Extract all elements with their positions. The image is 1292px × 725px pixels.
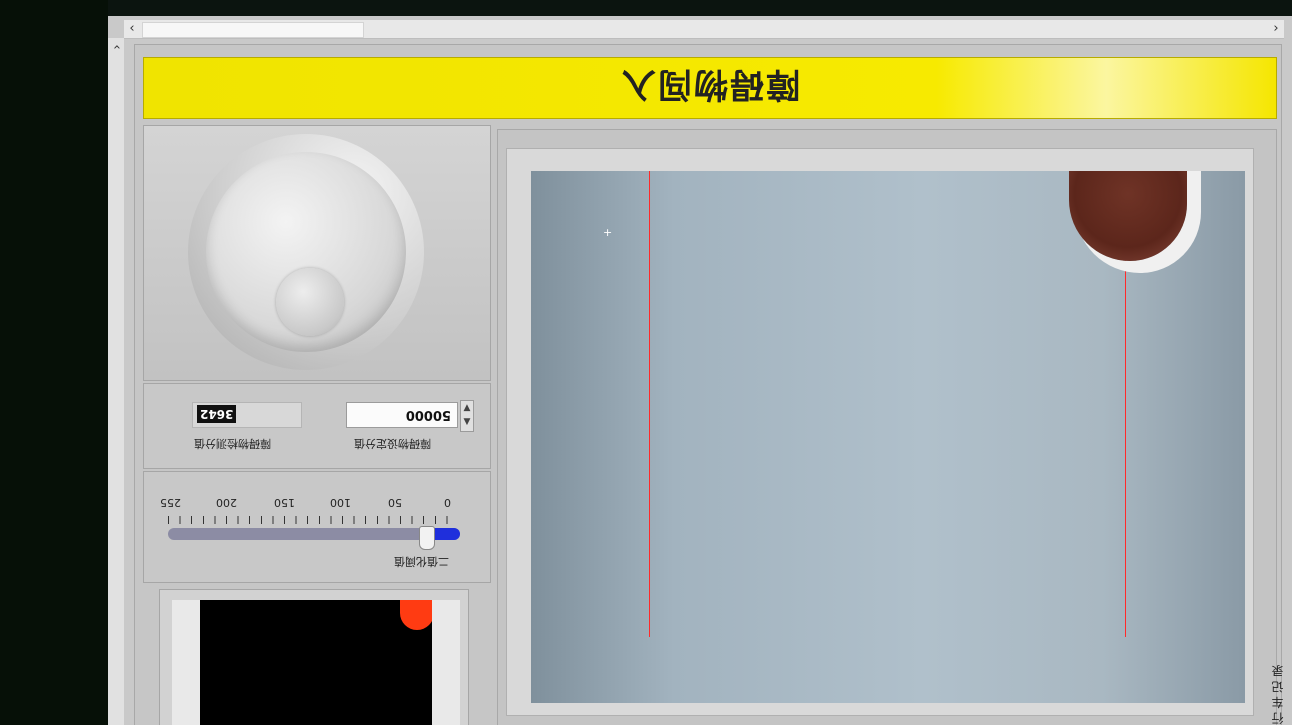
app-window: ‹ › ‹ 障碍物闯入 50000 ▲ ▼ 3642 障碍物设定分值 障碍物检测…: [108, 16, 1292, 725]
knob-indicator: [276, 268, 344, 336]
side-label: 行 车 记 录: [1271, 665, 1285, 725]
slider-ticks: [168, 516, 458, 524]
control-column: 50000 ▲ ▼ 3642 障碍物设定分值 障碍物检测分值 0 50 100 …: [143, 125, 491, 725]
binary-preview-image: [172, 600, 460, 725]
scroll-right-icon[interactable]: ›: [1268, 20, 1284, 38]
camera-view: +: [531, 171, 1245, 703]
tick-label: 50: [388, 496, 402, 509]
page-title: 障碍物闯入: [620, 64, 800, 105]
measured-score-value: 3642: [197, 405, 237, 423]
horizontal-scrollbar[interactable]: ‹ ›: [124, 20, 1284, 39]
setpoint-input[interactable]: 50000: [346, 402, 458, 428]
knob-panel: [143, 125, 491, 381]
stepper-down-icon[interactable]: ▼: [461, 415, 473, 429]
left-guide-line: [649, 171, 650, 637]
camera-column: +: [497, 129, 1277, 725]
tick-label: 200: [216, 496, 237, 509]
measured-score-display: 3642: [192, 402, 302, 428]
title-bar: 障碍物闯入: [143, 57, 1277, 119]
tick-label: 150: [274, 496, 295, 509]
scroll-up-icon[interactable]: ‹: [108, 39, 125, 55]
crosshair-icon: +: [603, 226, 613, 239]
stepper-up-icon[interactable]: ▲: [461, 401, 473, 415]
scroll-left-icon[interactable]: ‹: [124, 20, 140, 38]
main-panel: 障碍物闯入 50000 ▲ ▼ 3642 障碍物设定分值 障碍物检测分值 0 5…: [134, 44, 1285, 725]
threshold-panel: 0 50 100 150 200 255 二值化阈值: [143, 471, 491, 583]
knob-dial-icon[interactable]: [188, 134, 424, 370]
binary-preview-panel: [159, 589, 469, 725]
setpoint-label: 障碍物设定分值: [354, 437, 431, 450]
horizontal-scroll-thumb[interactable]: [142, 22, 364, 38]
obstacle-in-view: [1069, 171, 1187, 261]
score-panel: 50000 ▲ ▼ 3642 障碍物设定分值 障碍物检测分值: [143, 383, 491, 469]
tick-label: 255: [160, 496, 181, 509]
detected-blob: [400, 600, 432, 630]
measured-score-label: 障碍物检测分值: [194, 437, 271, 450]
setpoint-stepper[interactable]: ▲ ▼: [460, 400, 474, 432]
vertical-scrollbar[interactable]: ‹: [108, 38, 124, 725]
camera-frame: +: [506, 148, 1254, 716]
threshold-label: 二值化阈值: [394, 555, 449, 568]
tick-label: 100: [330, 496, 351, 509]
knob-face: [206, 152, 406, 352]
tick-label: 0: [444, 496, 451, 509]
threshold-slider-track[interactable]: [168, 528, 460, 540]
threshold-slider-handle[interactable]: [418, 526, 435, 550]
monitor-bezel: [0, 0, 108, 725]
